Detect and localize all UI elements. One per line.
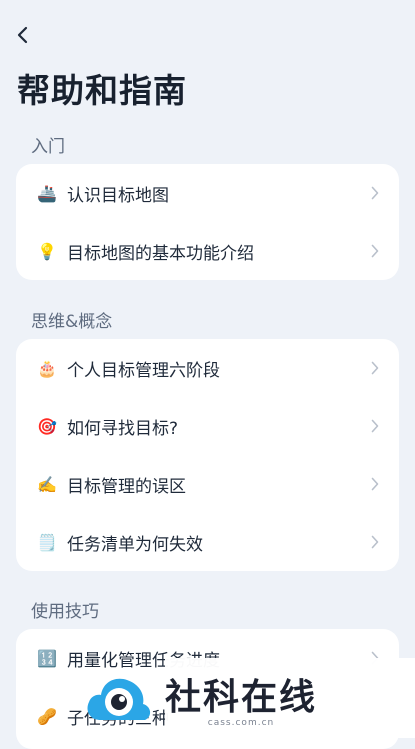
writing-hand-icon: ✍️: [37, 474, 57, 494]
chevron-right-icon: [371, 361, 379, 375]
chevron-right-icon: [371, 186, 379, 200]
card-concepts: 🎂 个人目标管理六阶段 🎯 如何寻找目标? ✍️ 目标管理的误区 🗒️ 任务清单…: [16, 339, 399, 571]
list-item[interactable]: 🚢 认识目标地图: [16, 164, 399, 222]
cloud-eye-logo-icon: [87, 678, 151, 720]
section-label-concepts: 思维&概念: [31, 312, 113, 332]
peanut-icon: 🥜: [37, 706, 57, 726]
chevron-right-icon: [371, 477, 379, 491]
notepad-icon: 🗒️: [37, 532, 57, 552]
page-title: 帮助和指南: [17, 71, 187, 110]
cake-icon: 🎂: [37, 358, 57, 378]
section-label-tips: 使用技巧: [31, 602, 99, 622]
list-item[interactable]: 🎂 个人目标管理六阶段: [16, 339, 399, 397]
ship-icon: 🚢: [37, 183, 57, 203]
list-item[interactable]: ✍️ 目标管理的误区: [16, 455, 399, 513]
chevron-right-icon: [371, 419, 379, 433]
list-item[interactable]: 💡 目标地图的基本功能介绍: [16, 222, 399, 280]
chevron-left-icon: [17, 26, 28, 44]
chevron-right-icon: [371, 535, 379, 549]
watermark-title: 社科在线: [165, 677, 318, 718]
numbers-icon: 🔢: [37, 648, 57, 668]
chevron-right-icon: [371, 244, 379, 258]
section-label-intro: 入门: [31, 137, 65, 157]
list-item-label: 认识目标地图: [67, 185, 169, 206]
list-item[interactable]: 🎯 如何寻找目标?: [16, 397, 399, 455]
list-item-label: 个人目标管理六阶段: [67, 360, 220, 381]
target-icon: 🎯: [37, 416, 57, 436]
list-item-label: 如何寻找目标?: [67, 418, 179, 439]
list-item-label: 目标管理的误区: [67, 476, 186, 497]
card-intro: 🚢 认识目标地图 💡 目标地图的基本功能介绍: [16, 164, 399, 280]
lightbulb-icon: 💡: [37, 241, 57, 261]
watermark: 社科在线 cass.com.cn: [87, 658, 415, 738]
watermark-url: cass.com.cn: [207, 718, 275, 728]
back-button[interactable]: [10, 22, 36, 48]
list-item-label: 任务清单为何失效: [67, 534, 203, 555]
list-item[interactable]: 🗒️ 任务清单为何失效: [16, 513, 399, 571]
list-item-label: 目标地图的基本功能介绍: [67, 243, 254, 264]
